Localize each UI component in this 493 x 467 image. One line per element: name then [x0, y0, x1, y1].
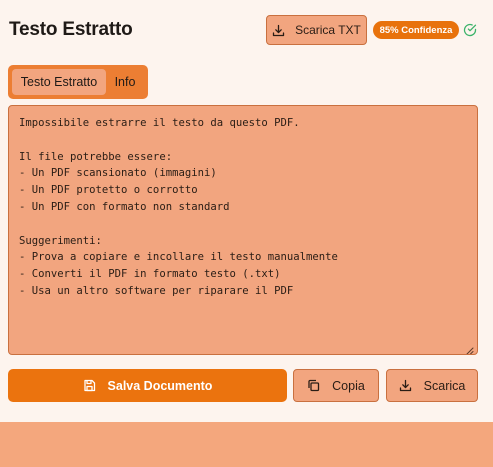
extracted-text-content: Impossibile estrarre il testo da questo … [19, 117, 338, 297]
tab-extracted-text[interactable]: Testo Estratto [12, 69, 106, 95]
resize-handle-icon[interactable] [465, 342, 474, 354]
download-txt-button[interactable]: Scarica TXT [266, 15, 367, 45]
download-button[interactable]: Scarica [386, 369, 478, 402]
download-icon [399, 379, 412, 392]
download-icon [272, 24, 285, 37]
download-txt-label: Scarica TXT [295, 23, 361, 37]
save-label: Salva Documento [107, 378, 213, 393]
save-icon [83, 379, 96, 392]
save-document-button[interactable]: Salva Documento [8, 369, 287, 402]
extracted-text-panel: Testo Estratto Scarica TXT 85% Confidenz… [0, 0, 493, 467]
copy-icon [307, 379, 320, 392]
tab-info[interactable]: Info [106, 69, 144, 95]
tab-bar: Testo Estratto Info [8, 65, 148, 99]
confidence-badge: 85% Confidenza [373, 21, 459, 39]
page-title: Testo Estratto [9, 19, 133, 40]
check-circle-icon [463, 23, 477, 37]
footer-band [0, 422, 493, 467]
download-label: Scarica [423, 378, 466, 393]
copy-label: Copia [332, 378, 365, 393]
extracted-text-area[interactable]: Impossibile estrarre il testo da questo … [8, 105, 478, 355]
copy-button[interactable]: Copia [293, 369, 379, 402]
